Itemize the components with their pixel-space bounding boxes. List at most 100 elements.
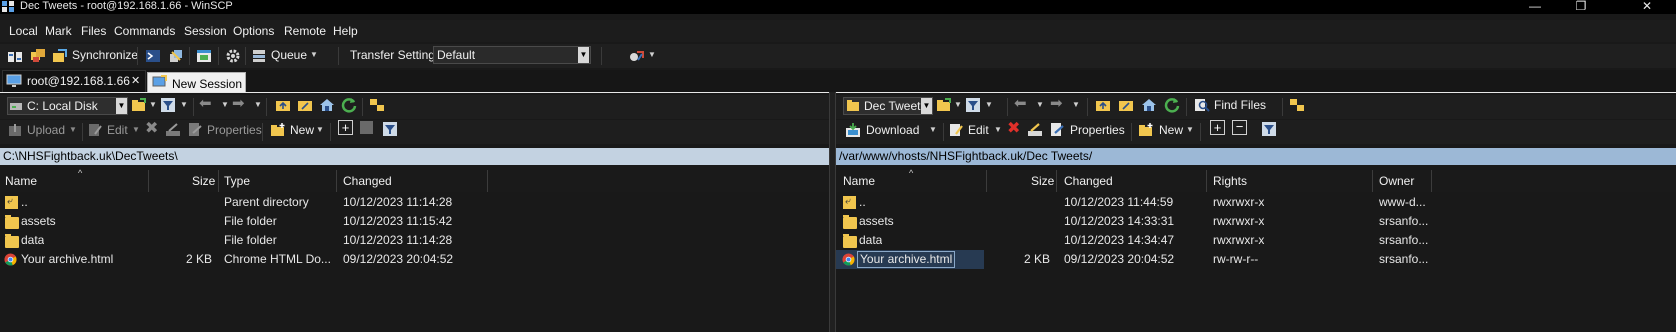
column-divider[interactable] xyxy=(1056,170,1057,192)
menu-help[interactable]: Help xyxy=(333,23,358,39)
open-folder-dropdown-icon[interactable]: ▼ xyxy=(149,100,157,110)
properties-icon[interactable] xyxy=(1049,122,1065,138)
table-row[interactable]: Your archive.html 2 KB Chrome HTML Do...… xyxy=(0,250,829,269)
menu-remote[interactable]: Remote xyxy=(284,23,326,39)
column-changed[interactable]: Changed xyxy=(343,174,392,188)
forward-dropdown-icon[interactable]: ▼ xyxy=(1072,100,1080,110)
column-type[interactable]: Type xyxy=(224,174,250,188)
table-row[interactable]: assets 10/12/2023 14:33:31 rwxrwxr-x srs… xyxy=(836,212,1676,231)
menu-local[interactable]: Local xyxy=(9,23,38,39)
new-button[interactable]: New xyxy=(290,122,314,138)
right-path-bar[interactable]: /var/www/vhosts/NHSFightback.uk/Dec Twee… xyxy=(836,148,1676,165)
filter-mask-icon[interactable] xyxy=(382,121,398,137)
minimize-button[interactable]: — xyxy=(1512,0,1558,14)
edit-dropdown-icon[interactable]: ▼ xyxy=(994,125,1002,135)
new-folder-icon[interactable] xyxy=(1138,122,1154,138)
left-path-bar[interactable]: C:\NHSFightback.uk\DecTweets\ xyxy=(0,148,829,165)
synchronize-browsing-icon[interactable] xyxy=(30,48,46,64)
column-divider[interactable] xyxy=(148,170,149,192)
column-divider[interactable] xyxy=(1206,170,1207,192)
open-folder-icon[interactable] xyxy=(131,97,147,113)
restore-button[interactable]: ❐ xyxy=(1558,0,1604,14)
forward-dropdown-icon[interactable]: ▼ xyxy=(254,100,262,110)
forward-arrow-icon[interactable]: ➡ xyxy=(1050,96,1063,112)
table-row[interactable]: Your archive.html 2 KB 09/12/2023 20:04:… xyxy=(836,250,1676,269)
properties-icon[interactable] xyxy=(187,122,203,138)
new-dropdown-icon[interactable]: ▼ xyxy=(316,125,324,135)
column-size[interactable]: Size xyxy=(1031,174,1054,188)
back-arrow-icon[interactable]: ⬅ xyxy=(199,96,212,112)
select-files-icon[interactable]: + xyxy=(1210,120,1225,135)
upload-dropdown-icon[interactable]: ▼ xyxy=(69,125,77,135)
root-directory-icon[interactable] xyxy=(297,97,313,113)
menu-options[interactable]: Options xyxy=(233,23,274,39)
edit-button[interactable]: Edit xyxy=(107,122,128,138)
new-window-icon[interactable] xyxy=(196,48,212,64)
transfer-settings-icon[interactable] xyxy=(628,48,644,64)
queue-button[interactable]: Queue xyxy=(271,47,307,63)
find-files-button[interactable]: Find Files xyxy=(1214,97,1266,113)
queue-dropdown-icon[interactable]: ▼ xyxy=(310,50,318,60)
back-dropdown-icon[interactable]: ▼ xyxy=(1036,100,1044,110)
refresh-icon[interactable] xyxy=(341,97,357,113)
delete-icon[interactable]: ✖ xyxy=(145,120,158,138)
open-folder-dropdown-icon[interactable]: ▼ xyxy=(954,100,962,110)
back-dropdown-icon[interactable]: ▼ xyxy=(221,100,229,110)
edit-icon[interactable] xyxy=(948,122,964,138)
column-rights[interactable]: Rights xyxy=(1213,174,1247,188)
column-changed[interactable]: Changed xyxy=(1064,174,1113,188)
find-files-icon[interactable] xyxy=(1194,97,1210,113)
compare-directories-icon[interactable] xyxy=(7,49,23,65)
transfer-settings-dropdown-icon[interactable]: ▼ xyxy=(648,50,656,60)
column-divider[interactable] xyxy=(487,170,488,192)
home-icon[interactable] xyxy=(319,97,335,113)
refresh-icon[interactable] xyxy=(1164,97,1180,113)
upload-button[interactable]: Upload xyxy=(27,122,65,138)
menu-commands[interactable]: Commands xyxy=(114,23,175,39)
home-icon[interactable] xyxy=(1141,97,1157,113)
forward-arrow-icon[interactable]: ➡ xyxy=(232,96,245,112)
column-name[interactable]: Name xyxy=(5,174,37,188)
column-divider[interactable] xyxy=(336,170,337,192)
edit-dropdown-icon[interactable]: ▼ xyxy=(132,125,140,135)
download-button[interactable]: Download xyxy=(866,122,919,138)
unselect-files-icon[interactable] xyxy=(360,121,373,134)
menu-session[interactable]: Session xyxy=(184,23,227,39)
root-directory-icon[interactable] xyxy=(1118,97,1134,113)
parent-directory-icon[interactable] xyxy=(1095,97,1111,113)
table-row[interactable]: data 10/12/2023 14:34:47 rwxrwxr-x srsan… xyxy=(836,231,1676,250)
delete-icon[interactable]: ✖ xyxy=(1007,120,1020,138)
table-row[interactable]: ⤶ .. Parent directory 10/12/2023 11:14:2… xyxy=(0,193,829,212)
edit-icon[interactable] xyxy=(87,122,103,138)
filter-dropdown-icon[interactable]: ▼ xyxy=(180,100,188,110)
column-divider[interactable] xyxy=(1431,170,1432,192)
download-icon[interactable] xyxy=(845,122,861,138)
table-row[interactable]: data File folder 10/12/2023 11:14:28 xyxy=(0,231,829,250)
preferences-gear-icon[interactable] xyxy=(225,48,241,64)
new-folder-icon[interactable] xyxy=(270,122,286,138)
table-row[interactable]: assets File folder 10/12/2023 11:15:42 xyxy=(0,212,829,231)
properties-button[interactable]: Properties xyxy=(207,122,262,138)
console-icon[interactable] xyxy=(145,48,161,64)
select-files-icon[interactable]: + xyxy=(338,120,353,135)
column-owner[interactable]: Owner xyxy=(1379,174,1414,188)
panel-splitter[interactable] xyxy=(829,92,836,332)
close-button[interactable]: ✕ xyxy=(1624,0,1670,14)
synchronize-icon[interactable] xyxy=(52,48,68,64)
upload-icon[interactable] xyxy=(7,122,23,138)
rename-icon[interactable] xyxy=(1027,122,1043,138)
rename-icon[interactable] xyxy=(165,122,181,138)
column-name[interactable]: Name xyxy=(843,174,875,188)
column-divider[interactable] xyxy=(218,170,219,192)
filter-icon[interactable] xyxy=(965,97,981,113)
back-arrow-icon[interactable]: ⬅ xyxy=(1014,96,1027,112)
column-divider[interactable] xyxy=(1372,170,1373,192)
bookmark-folders-icon[interactable] xyxy=(369,97,385,113)
putty-icon[interactable] xyxy=(168,48,184,64)
filter-icon[interactable] xyxy=(160,97,176,113)
synchronize-button[interactable]: Synchronize xyxy=(72,47,138,63)
new-dropdown-icon[interactable]: ▼ xyxy=(1186,125,1194,135)
queue-icon[interactable] xyxy=(251,48,267,64)
bookmark-folders-icon[interactable] xyxy=(1289,97,1305,113)
column-size[interactable]: Size xyxy=(192,174,215,188)
